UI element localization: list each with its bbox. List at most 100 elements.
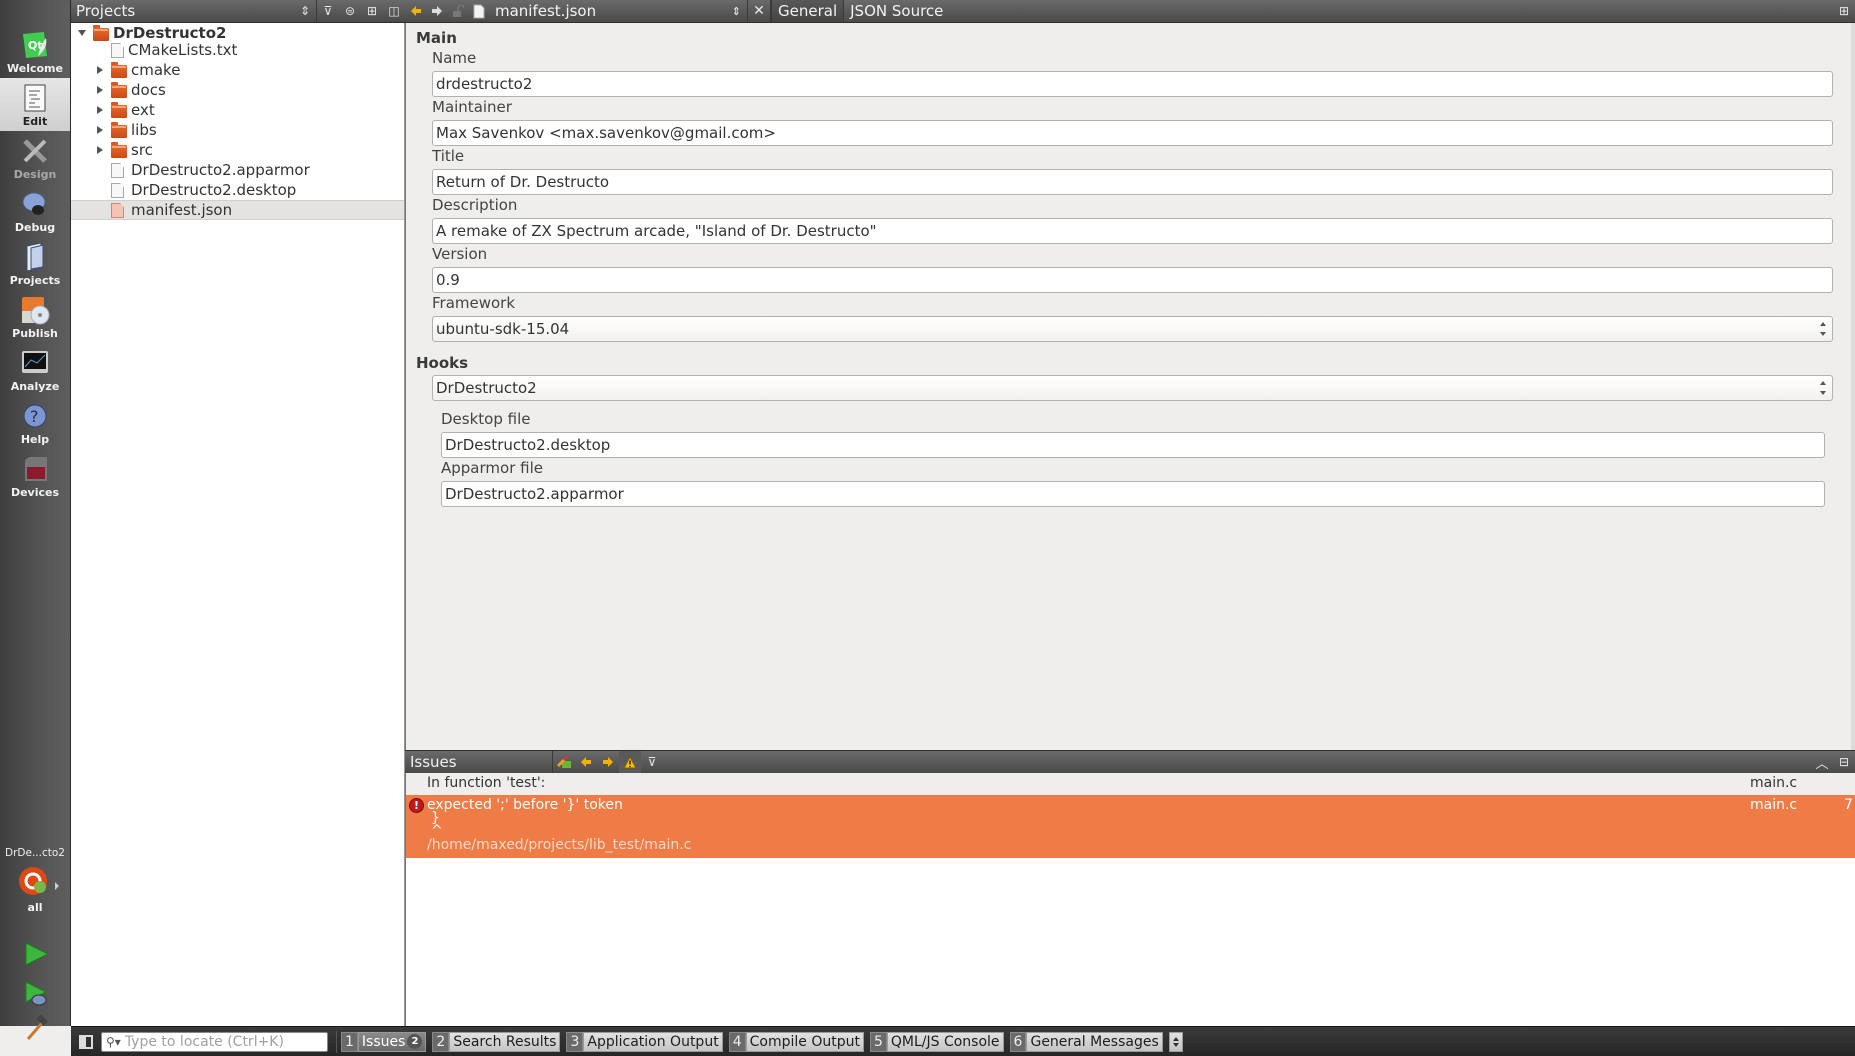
- mode-label: Edit: [22, 115, 48, 128]
- folder-icon: [111, 122, 127, 138]
- mode-help[interactable]: ? Help: [0, 396, 70, 449]
- mode-publish[interactable]: Publish: [0, 290, 70, 343]
- tree-item-file[interactable]: DrDestructo2.desktop: [71, 180, 404, 200]
- mode-design[interactable]: Design: [0, 131, 70, 184]
- tree-item-label: cmake: [131, 61, 181, 79]
- tab-general[interactable]: General: [771, 0, 845, 22]
- mode-projects[interactable]: Projects: [0, 237, 70, 290]
- apparmor-file-input[interactable]: DrDestructo2.apparmor: [441, 481, 1825, 507]
- view-selector-spin-icon[interactable]: ⇕: [294, 0, 316, 22]
- previous-issue-button[interactable]: [575, 751, 597, 773]
- maximize-pane-icon[interactable]: ︿: [1811, 751, 1833, 773]
- qt-creator-window: Qt Welcome Edit Design Debug Projects Pu…: [0, 0, 1855, 1056]
- mode-edit[interactable]: Edit: [0, 78, 70, 131]
- output-label: Compile Output: [745, 1031, 864, 1052]
- close-document-button[interactable]: ✕: [748, 0, 770, 22]
- debug-run-button[interactable]: [22, 980, 50, 1008]
- tree-item-file[interactable]: DrDestructo2.apparmor: [71, 160, 404, 180]
- design-tools-icon: [20, 136, 50, 166]
- output-pane-bar: ⚲▾ Type to locate (Ctrl+K) 1 Issues 2 2 S…: [71, 1026, 1855, 1056]
- kit-selector[interactable]: [18, 866, 50, 898]
- output-number: 4: [728, 1031, 746, 1052]
- collapse-arrow-icon[interactable]: [78, 30, 86, 36]
- output-button-compile-output[interactable]: 4 Compile Output: [728, 1031, 864, 1052]
- close-pane-icon[interactable]: ⊟: [1833, 751, 1855, 773]
- tree-item-folder[interactable]: libs: [71, 120, 404, 140]
- projects-book-icon: [20, 242, 50, 272]
- output-number: 5: [869, 1031, 887, 1052]
- split-icon[interactable]: ⊞: [361, 0, 383, 22]
- build-button[interactable]: [22, 1014, 50, 1043]
- filter-icon[interactable]: ⊽: [641, 751, 663, 773]
- version-label: Version: [432, 245, 488, 263]
- mode-devices[interactable]: Devices: [0, 449, 70, 502]
- show-warnings-toggle[interactable]: [619, 751, 641, 773]
- issue-context-text: In function 'test':: [427, 775, 546, 791]
- expand-arrow-icon[interactable]: [97, 86, 103, 94]
- open-documents-combo[interactable]: manifest.json ⇕: [489, 0, 747, 22]
- tree-item-label: DrDestructo2.apparmor: [131, 161, 310, 179]
- kit-build-label: all: [27, 901, 43, 914]
- more-outputs-button[interactable]: [1168, 1031, 1183, 1052]
- name-label: Name: [432, 49, 477, 67]
- issue-error-row[interactable]: ! expected ';' before '}' token } ^ /hom…: [406, 795, 1855, 858]
- run-button[interactable]: [22, 940, 50, 968]
- tree-item-folder[interactable]: src: [71, 140, 404, 160]
- mode-debug[interactable]: Debug: [0, 184, 70, 237]
- name-input[interactable]: drdestructo2: [432, 71, 1833, 97]
- issue-context-row[interactable]: In function 'test': main.c: [406, 773, 1855, 795]
- locator-input[interactable]: ⚲▾ Type to locate (Ctrl+K): [101, 1031, 328, 1052]
- tree-item-folder[interactable]: ext: [71, 100, 404, 120]
- output-label: Search Results: [449, 1031, 561, 1052]
- close-pane-icon[interactable]: ◫: [383, 0, 405, 22]
- next-issue-button[interactable]: [597, 751, 619, 773]
- link-editor-icon[interactable]: ⊜: [339, 0, 361, 22]
- mode-welcome[interactable]: Qt Welcome: [0, 25, 70, 78]
- output-label: Application Output: [583, 1031, 723, 1052]
- mode-analyze[interactable]: Analyze: [0, 343, 70, 396]
- tree-item-folder[interactable]: cmake: [71, 60, 404, 80]
- go-forward-button[interactable]: [426, 0, 447, 22]
- debug-bug-icon: [20, 189, 50, 219]
- arrow-left-icon: [410, 6, 421, 16]
- lock-button[interactable]: [447, 0, 468, 22]
- section-hooks-title: Hooks: [416, 354, 469, 372]
- maintainer-input[interactable]: Max Savenkov <max.savenkov@gmail.com>: [432, 120, 1833, 146]
- json-file-icon: [111, 203, 124, 218]
- output-button-qml-js-console[interactable]: 5 QML/JS Console: [869, 1031, 1004, 1052]
- framework-select[interactable]: ubuntu-sdk-15.04: [432, 316, 1833, 342]
- output-button-application-output[interactable]: 3 Application Output: [566, 1031, 723, 1052]
- output-button-issues[interactable]: 1 Issues 2: [341, 1031, 427, 1052]
- expand-arrow-icon[interactable]: [97, 146, 103, 154]
- clean-issues-button[interactable]: [553, 751, 575, 773]
- filter-icon[interactable]: ⊽: [317, 0, 339, 22]
- output-button-general-messages[interactable]: 6 General Messages: [1009, 1031, 1163, 1052]
- publish-disc-icon: [20, 295, 50, 325]
- split-editor-icon[interactable]: ⊞: [1833, 0, 1855, 22]
- document-icon: [468, 0, 489, 22]
- version-input[interactable]: 0.9: [432, 267, 1833, 293]
- title-input[interactable]: Return of Dr. Destructo: [432, 169, 1833, 195]
- output-button-search-results[interactable]: 2 Search Results: [432, 1031, 561, 1052]
- tree-item-file-selected[interactable]: manifest.json: [71, 200, 404, 220]
- expand-arrow-icon[interactable]: [97, 66, 103, 74]
- description-input[interactable]: A remake of ZX Spectrum arcade, "Island …: [432, 218, 1833, 244]
- toggle-sidebar-button[interactable]: [79, 1034, 93, 1049]
- expand-arrow-icon[interactable]: [97, 106, 103, 114]
- build-hammer-icon: [26, 1014, 48, 1040]
- mode-label: Analyze: [10, 380, 60, 393]
- mode-label: Help: [20, 433, 50, 446]
- go-back-button[interactable]: [405, 0, 426, 22]
- expand-arrow-icon[interactable]: [97, 126, 103, 134]
- folder-icon: [111, 102, 127, 118]
- issues-count-badge: 2: [407, 1034, 423, 1049]
- clean-brush-icon: [556, 755, 571, 768]
- tree-item-file[interactable]: CMakeLists.txt: [71, 40, 404, 60]
- desktop-file-input[interactable]: DrDestructo2.desktop: [441, 432, 1825, 458]
- combo-spin-icon: ⇕: [731, 4, 741, 18]
- kit-expand-icon[interactable]: [55, 882, 59, 890]
- tree-item-folder[interactable]: docs: [71, 80, 404, 100]
- file-icon: [111, 43, 124, 58]
- tab-json-source[interactable]: JSON Source: [844, 0, 949, 22]
- hooks-select[interactable]: DrDestructo2: [432, 375, 1833, 401]
